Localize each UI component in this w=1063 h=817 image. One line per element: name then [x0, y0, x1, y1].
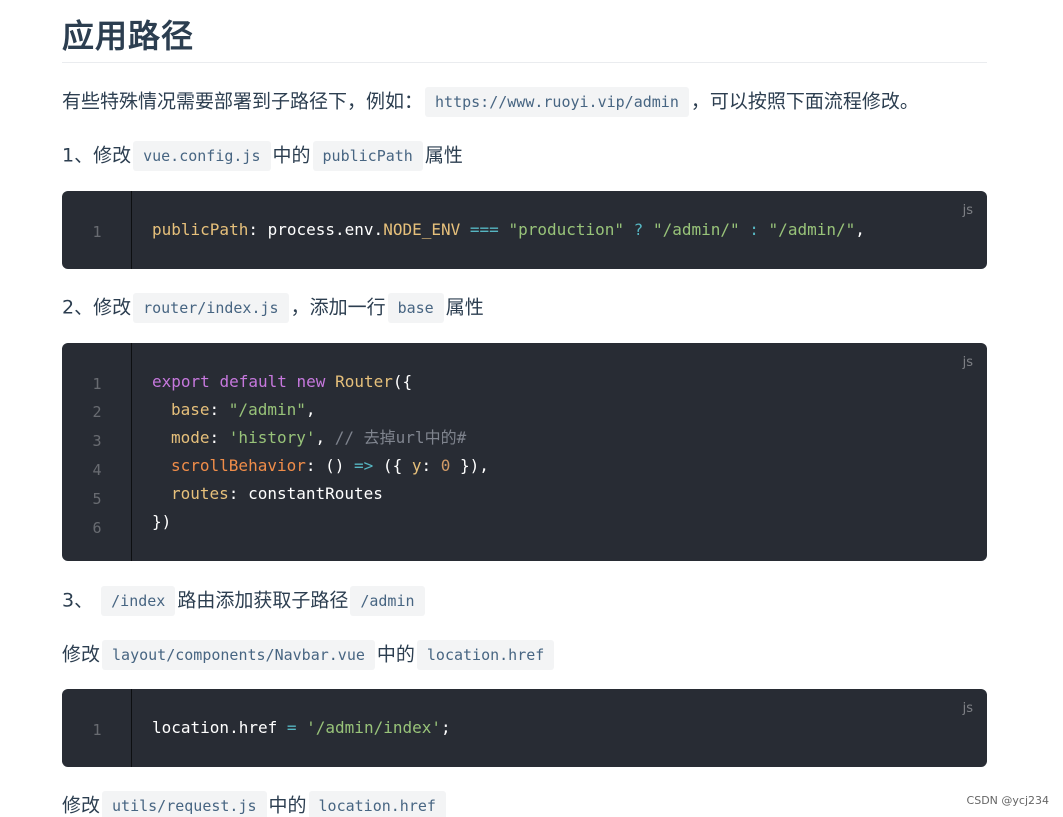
inline-code-subpath: /admin	[350, 585, 425, 616]
step-1-prefix: 1、修改	[62, 144, 132, 167]
code-line: mode: 'history', // 去掉url中的#	[171, 424, 466, 452]
step-3-prefix: 3、	[62, 589, 94, 612]
token: ?	[624, 220, 653, 239]
token: new	[296, 372, 326, 391]
inline-code-file: layout/components/Navbar.vue	[102, 639, 375, 670]
step-3b-middle: 中的	[268, 794, 307, 817]
token: :	[739, 220, 769, 239]
token: =	[277, 718, 307, 737]
token: :	[248, 220, 268, 239]
token: // 去掉url中的#	[334, 428, 467, 447]
token: publicPath	[152, 220, 249, 239]
line-number: 1	[92, 375, 102, 393]
language-tag: js	[962, 355, 973, 370]
inline-code-url: https://www.ruoyi.vip/admin	[425, 86, 689, 117]
inline-code-prop: location.href	[416, 639, 555, 670]
step-2-prefix: 2、修改	[62, 296, 132, 319]
token: routes	[171, 484, 229, 503]
token: constantRoutes	[248, 484, 383, 503]
inline-code-prop: base	[387, 292, 444, 323]
line-number: 1	[92, 721, 102, 739]
inline-code-path: /index	[101, 585, 176, 616]
step-3a-middle: 中的	[376, 643, 415, 666]
code-block-3[interactable]: 1 js location.href = '/admin/index';	[62, 689, 987, 767]
step-3b-paragraph: 修改 utils/request.js 中的 location.href	[62, 788, 448, 817]
token: ;	[441, 718, 451, 737]
language-tag: js	[962, 701, 973, 716]
token: export	[152, 372, 210, 391]
step-2-middle: ，添加一行	[290, 296, 386, 319]
token: NODE_ENV	[383, 220, 461, 239]
code-line: })	[152, 508, 171, 536]
token: "production"	[508, 220, 625, 239]
intro-text-before: 有些特殊情况需要部署到子路径下，例如：	[62, 90, 424, 113]
inline-code-prop: location.href	[308, 790, 446, 817]
step-1-paragraph: 1、修改 vue.config.js 中的 publicPath 属性	[62, 138, 463, 172]
token: =>	[354, 456, 374, 475]
code-block-2[interactable]: 1 2 3 4 5 6 js export default new Router…	[62, 343, 987, 561]
token: ()	[325, 456, 355, 475]
token: 'history'	[228, 428, 316, 447]
token: base	[171, 400, 210, 419]
intro-text-after: ，可以按照下面流程修改。	[690, 90, 919, 113]
line-number: 5	[92, 490, 102, 508]
token: Router	[335, 372, 393, 391]
token: location.href	[152, 718, 278, 737]
token: scrollBehavior	[171, 456, 306, 475]
token: :	[209, 428, 229, 447]
token: 0	[440, 456, 451, 475]
step-1-suffix: 属性	[424, 144, 463, 167]
code-block-1[interactable]: 1 js publicPath: process.env.NODE_ENV ==…	[62, 191, 987, 269]
token: }),	[450, 456, 489, 475]
step-3b-prefix: 修改	[62, 794, 101, 817]
token: })	[152, 512, 172, 531]
step-1-middle: 中的	[272, 144, 311, 167]
token: ({	[392, 372, 413, 391]
token: mode	[171, 428, 210, 447]
token: :	[305, 456, 326, 475]
code-line: location.href = '/admin/index';	[152, 714, 451, 742]
page-title: 应用路径	[62, 17, 195, 55]
code-line: export default new Router({	[152, 368, 412, 396]
code-line: base: "/admin",	[171, 396, 316, 424]
step-3a-paragraph: 修改 layout/components/Navbar.vue 中的 location…	[62, 637, 556, 671]
token: ===	[469, 220, 499, 239]
code-line: publicPath: process.env.NODE_ENV === "pr…	[152, 216, 865, 244]
inline-code-file: vue.config.js	[133, 140, 271, 171]
language-tag: js	[962, 203, 973, 218]
line-number: 3	[92, 432, 102, 450]
token: :	[228, 484, 249, 503]
inline-code-prop: publicPath	[312, 140, 423, 171]
inline-code-file: utils/request.js	[102, 790, 267, 817]
token: ,	[315, 428, 335, 447]
step-2-suffix: 属性	[445, 296, 484, 319]
line-number: 6	[92, 519, 102, 537]
token: "/admin"	[228, 400, 306, 419]
step-2-paragraph: 2、修改 router/index.js ，添加一行 base 属性	[62, 290, 484, 324]
token: ({	[373, 456, 412, 475]
token: :	[421, 456, 441, 475]
intro-paragraph: 有些特殊情况需要部署到子路径下，例如： https://www.ruoyi.vip…	[62, 84, 919, 118]
token: default	[219, 372, 287, 391]
step-3a-prefix: 修改	[62, 643, 101, 666]
title-divider	[62, 62, 987, 63]
token: :	[209, 400, 229, 419]
csdn-watermark: CSDN @ycj234	[966, 794, 1049, 807]
token: ,	[305, 400, 316, 419]
line-number: 4	[92, 461, 102, 479]
token: process.env.	[267, 220, 384, 239]
line-number: 2	[92, 403, 102, 421]
step-3-middle: 路由添加获取子路径	[177, 589, 349, 612]
token: "/admin/"	[768, 220, 856, 239]
inline-code-file: router/index.js	[133, 292, 289, 323]
token: ,	[855, 220, 865, 239]
token: '/admin/index'	[306, 718, 441, 737]
line-number: 1	[92, 223, 102, 241]
code-line: routes: constantRoutes	[171, 480, 383, 508]
step-3-paragraph: 3、 /index 路由添加获取子路径/admin	[62, 583, 427, 617]
token: "/admin/"	[652, 220, 740, 239]
code-line: scrollBehavior: () => ({ y: 0 }),	[171, 452, 489, 480]
